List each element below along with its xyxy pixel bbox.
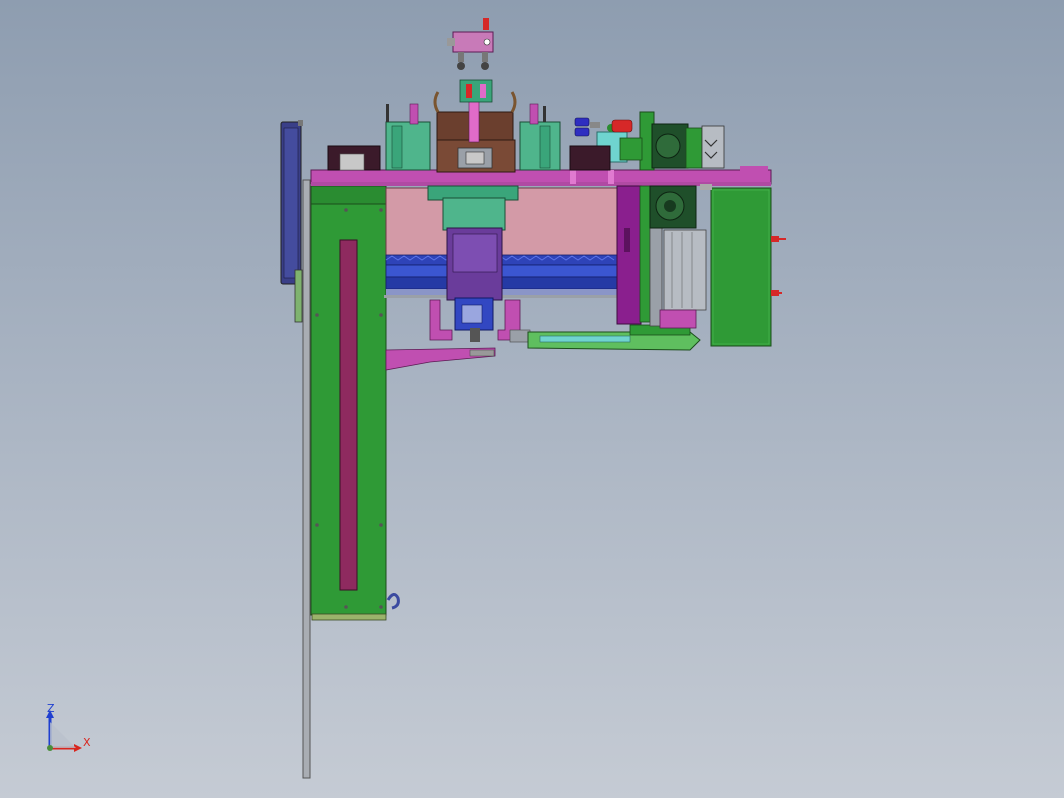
top-cylinder-actuator bbox=[447, 18, 494, 70]
triad-origin bbox=[47, 745, 53, 751]
top-frame-beam bbox=[310, 169, 772, 186]
triad-x-label: X bbox=[83, 736, 91, 749]
gear-motor bbox=[649, 185, 697, 229]
panel-slot bbox=[339, 239, 358, 591]
triad-z-label: Z bbox=[47, 702, 55, 715]
tank-assembly bbox=[384, 187, 644, 298]
right-lower-arm bbox=[527, 324, 701, 351]
vertical-rail bbox=[302, 179, 311, 779]
left-side-panel bbox=[280, 120, 303, 323]
center-housing bbox=[433, 79, 517, 173]
view-triad: Z X bbox=[46, 702, 91, 752]
top-right-gearbox bbox=[639, 111, 768, 172]
control-box bbox=[700, 184, 786, 347]
main-green-panel bbox=[310, 185, 400, 621]
cad-viewport[interactable]: Z X bbox=[0, 0, 1064, 798]
